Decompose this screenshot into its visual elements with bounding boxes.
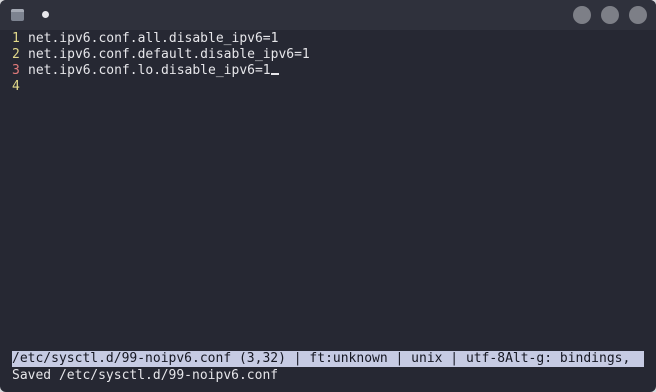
line-text[interactable]: net.ipv6.conf.all.disable_ipv6=1 xyxy=(28,31,278,46)
editor-buffer[interactable]: 1 net.ipv6.conf.all.disable_ipv6=1 2 net.i… xyxy=(12,31,644,95)
status-line: /etc/sysctl.d/99-noipv6.conf (3,32) | ft… xyxy=(12,351,644,367)
terminal-icon xyxy=(11,9,24,21)
modified-indicator-icon xyxy=(42,11,49,18)
maximize-button[interactable] xyxy=(601,6,619,24)
line-number: 2 xyxy=(12,47,20,62)
line-number: 4 xyxy=(12,79,20,94)
line-text[interactable]: net.ipv6.conf.lo.disable_ipv6=1 xyxy=(28,63,271,78)
title-bar xyxy=(0,0,656,30)
line-number-current: 3 xyxy=(12,63,20,78)
minimize-button[interactable] xyxy=(573,6,591,24)
editor-line[interactable]: 4 xyxy=(12,79,644,95)
text-cursor xyxy=(270,73,279,75)
line-text[interactable]: net.ipv6.conf.default.disable_ipv6=1 xyxy=(28,47,310,62)
editor-line[interactable]: 1 net.ipv6.conf.all.disable_ipv6=1 xyxy=(12,31,644,47)
message-line: Saved /etc/sysctl.d/99-noipv6.conf xyxy=(12,368,279,383)
close-button[interactable] xyxy=(629,6,647,24)
editor-line-current[interactable]: 3 net.ipv6.conf.lo.disable_ipv6=1 xyxy=(12,63,644,79)
editor-line[interactable]: 2 net.ipv6.conf.default.disable_ipv6=1 xyxy=(12,47,644,63)
line-number: 1 xyxy=(12,31,20,46)
terminal-window: 1 net.ipv6.conf.all.disable_ipv6=1 2 net.i… xyxy=(0,0,656,392)
